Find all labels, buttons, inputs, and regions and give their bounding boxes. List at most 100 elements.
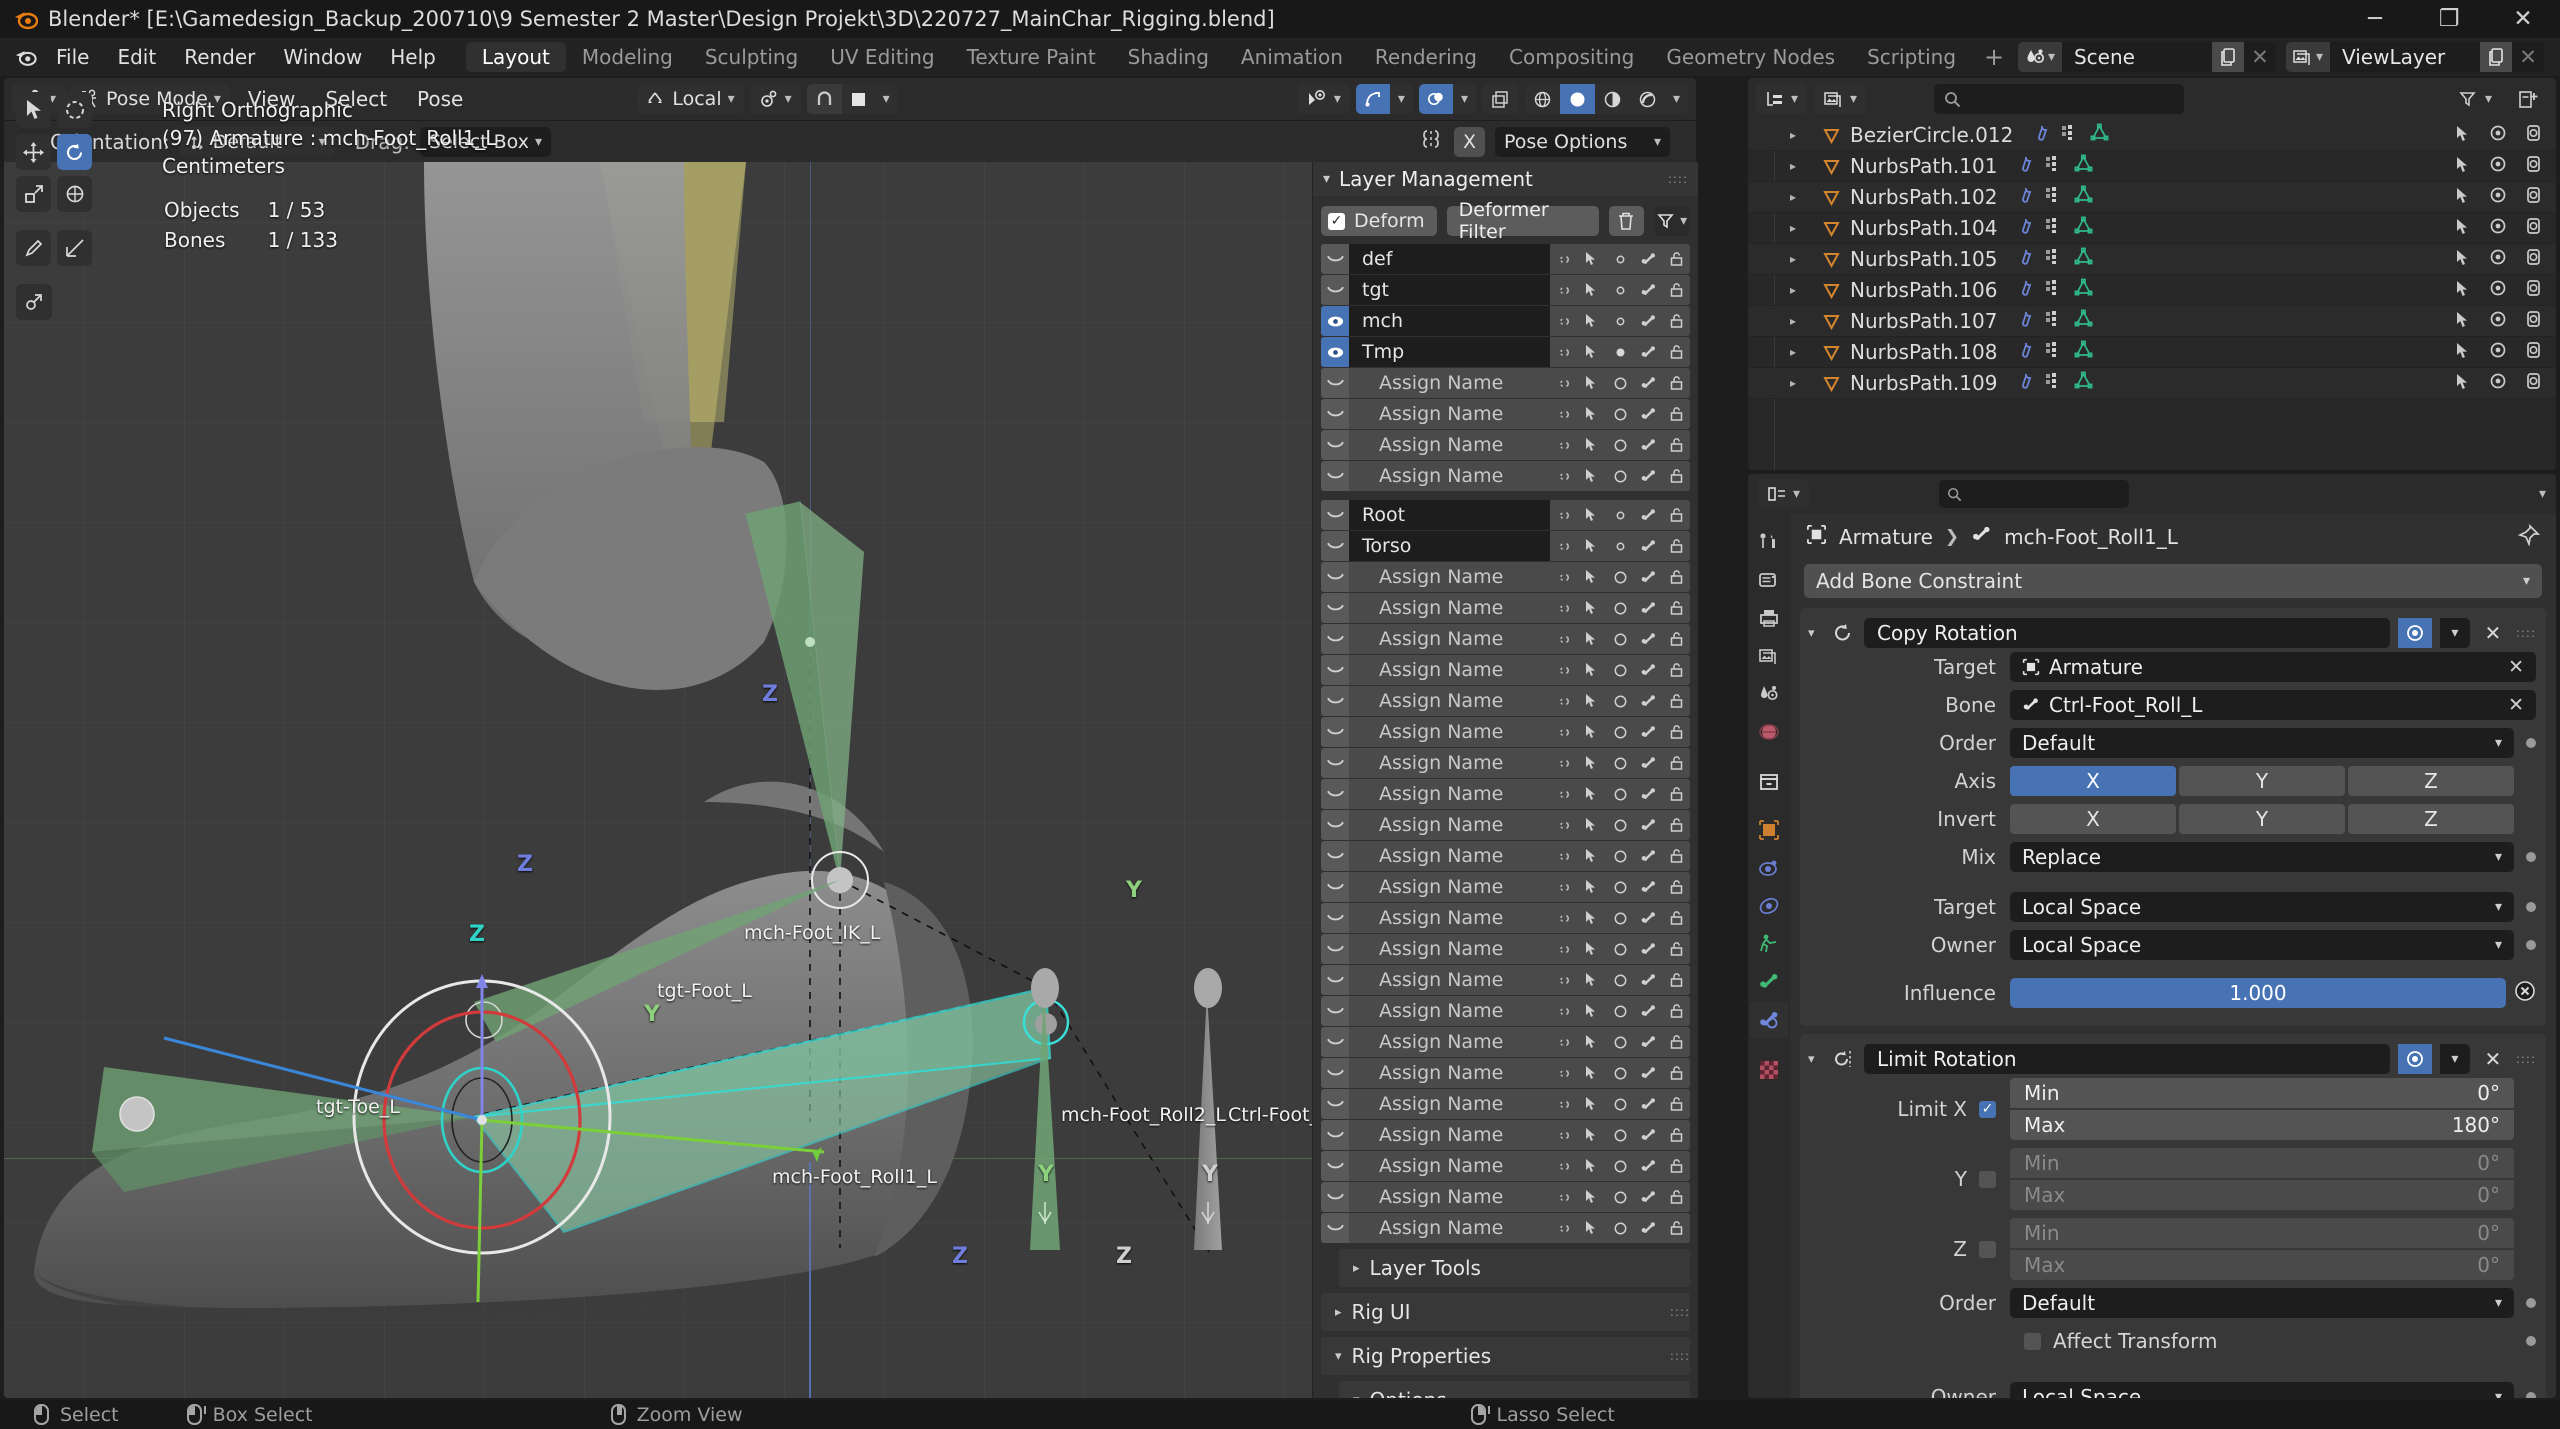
- layer-lock-icon[interactable]: [1662, 841, 1690, 871]
- layer-lock-icon[interactable]: [1662, 337, 1690, 367]
- layer-solo-icon[interactable]: [1606, 841, 1634, 871]
- layer-solo-icon[interactable]: [1606, 934, 1634, 964]
- animate-dot-owner-space[interactable]: [2526, 940, 2536, 950]
- disable-in-renders-icon[interactable]: [2525, 278, 2542, 302]
- layer-name[interactable]: Assign Name: [1349, 903, 1550, 933]
- layer-solo-icon[interactable]: [1606, 399, 1634, 429]
- disable-in-renders-icon[interactable]: [2525, 216, 2542, 240]
- hide-in-viewport-icon[interactable]: [2489, 309, 2507, 333]
- layer-lock-icon[interactable]: [1662, 244, 1690, 274]
- animate-dot-affect-transform[interactable]: [2526, 1336, 2536, 1346]
- layer-lock-icon[interactable]: [1662, 531, 1690, 561]
- layer-bone-icon[interactable]: [1634, 996, 1662, 1026]
- mesh-data-icon[interactable]: [2074, 309, 2093, 333]
- bone-layer-row[interactable]: Assign Name: [1321, 1182, 1690, 1212]
- layer-name[interactable]: Assign Name: [1349, 562, 1550, 592]
- layer-visibility-toggle[interactable]: [1321, 934, 1349, 964]
- layer-lock-icon[interactable]: [1662, 1089, 1690, 1119]
- animate-dot-owner-2[interactable]: [2526, 1392, 2536, 1398]
- menu-help[interactable]: Help: [376, 41, 450, 73]
- workspace-tab-texture-paint[interactable]: Texture Paint: [951, 42, 1112, 72]
- layer-bone-icon[interactable]: [1634, 965, 1662, 995]
- outliner-row[interactable]: ▸ BezierCircle.012: [1748, 120, 2556, 151]
- layer-bone-icon[interactable]: [1634, 430, 1662, 460]
- outliner-object-name[interactable]: NurbsPath.106: [1844, 278, 1997, 302]
- viewlayer-name[interactable]: ViewLayer: [2330, 45, 2480, 69]
- tool-select-box[interactable]: [57, 92, 92, 128]
- outliner-row[interactable]: ▸ NurbsPath.102: [1748, 182, 2556, 213]
- tab-modifiers[interactable]: [1750, 850, 1788, 886]
- constraint-extras-chevron-2[interactable]: ▾: [2439, 1044, 2470, 1074]
- field-value-target[interactable]: Armature ✕: [2010, 652, 2536, 682]
- layer-solo-icon[interactable]: [1606, 337, 1634, 367]
- layer-bone-icon[interactable]: [1634, 1120, 1662, 1150]
- layer-lock-icon[interactable]: [1662, 275, 1690, 305]
- outliner-filter-button[interactable]: ▾: [2450, 84, 2501, 114]
- limit-z-row[interactable]: Z Min 0° Max 0°: [1800, 1216, 2546, 1282]
- layer-visibility-toggle[interactable]: [1321, 686, 1349, 716]
- layer-name[interactable]: Assign Name: [1349, 430, 1550, 460]
- modifier-icon[interactable]: [2014, 340, 2033, 364]
- layer-link-icon[interactable]: [1550, 655, 1578, 685]
- layer-visibility-toggle[interactable]: [1321, 841, 1349, 871]
- layer-solo-icon[interactable]: [1606, 1151, 1634, 1181]
- field-copyrot-target[interactable]: Target Armature ✕: [1800, 650, 2546, 684]
- layer-visibility-toggle[interactable]: [1321, 244, 1349, 274]
- layer-bone-icon[interactable]: [1634, 717, 1662, 747]
- axis-y-button[interactable]: Y: [2179, 766, 2345, 796]
- tool-bone-extrude[interactable]: [16, 284, 52, 320]
- outliner-object-name[interactable]: NurbsPath.105: [1844, 247, 1997, 271]
- menu-edit[interactable]: Edit: [103, 41, 170, 73]
- layer-link-icon[interactable]: [1550, 624, 1578, 654]
- layer-name[interactable]: Assign Name: [1349, 1182, 1550, 1212]
- layer-name[interactable]: Assign Name: [1349, 686, 1550, 716]
- layer-name[interactable]: Assign Name: [1349, 461, 1550, 491]
- influence-slider-1[interactable]: 1.000: [2010, 978, 2506, 1008]
- field-value-order-1[interactable]: Default ▾: [2010, 728, 2514, 758]
- mesh-data-icon[interactable]: [2074, 340, 2093, 364]
- invert-z-button[interactable]: Z: [2348, 804, 2514, 834]
- mesh-data-icon[interactable]: [2074, 216, 2093, 240]
- layer-select-icon[interactable]: [1578, 562, 1606, 592]
- layer-name[interactable]: Assign Name: [1349, 872, 1550, 902]
- affect-transform-row[interactable]: Affect Transform: [1800, 1324, 2514, 1358]
- tool-tweak[interactable]: [16, 92, 51, 128]
- layer-bone-icon[interactable]: [1634, 337, 1662, 367]
- outliner-expand-triangle[interactable]: ▸: [1790, 376, 1818, 390]
- layer-solo-icon[interactable]: [1606, 500, 1634, 530]
- outliner-new-collection-button[interactable]: [2509, 84, 2548, 114]
- layer-name[interactable]: Assign Name: [1349, 593, 1550, 623]
- layer-select-icon[interactable]: [1578, 461, 1606, 491]
- shading-mode-group[interactable]: ▾: [1524, 84, 1688, 114]
- field-limitrot-owner[interactable]: Owner Local Space ▾: [1800, 1380, 2546, 1398]
- layer-visibility-toggle[interactable]: [1321, 430, 1349, 460]
- limit-y-checkbox[interactable]: [1979, 1170, 1996, 1188]
- maximize-button[interactable]: ❐: [2412, 0, 2486, 38]
- layer-link-icon[interactable]: [1550, 1027, 1578, 1057]
- tab-tool[interactable]: [1750, 524, 1788, 560]
- tool-move[interactable]: [16, 134, 51, 170]
- layer-link-icon[interactable]: [1550, 748, 1578, 778]
- layer-select-icon[interactable]: [1578, 1213, 1606, 1243]
- layer-lock-icon[interactable]: [1662, 430, 1690, 460]
- workspace-tab-modeling[interactable]: Modeling: [566, 42, 689, 72]
- layer-bone-icon[interactable]: [1634, 399, 1662, 429]
- layer-link-icon[interactable]: [1550, 368, 1578, 398]
- layer-lock-icon[interactable]: [1662, 593, 1690, 623]
- outliner-object-name[interactable]: NurbsPath.108: [1844, 340, 1997, 364]
- outliner-row[interactable]: ▸ NurbsPath.108: [1748, 337, 2556, 368]
- layer-solo-icon[interactable]: [1606, 1120, 1634, 1150]
- layer-select-icon[interactable]: [1578, 399, 1606, 429]
- scene-name[interactable]: Scene: [2062, 45, 2212, 69]
- constraint-delete-button-2[interactable]: ✕: [2478, 1047, 2508, 1071]
- layer-select-icon[interactable]: [1578, 593, 1606, 623]
- layer-solo-icon[interactable]: [1606, 779, 1634, 809]
- layer-solo-icon[interactable]: [1606, 562, 1634, 592]
- layer-lock-icon[interactable]: [1662, 624, 1690, 654]
- layer-lock-icon[interactable]: [1662, 903, 1690, 933]
- layer-select-icon[interactable]: [1578, 531, 1606, 561]
- hide-in-viewport-icon[interactable]: [2489, 185, 2507, 209]
- blender-menu-icon[interactable]: [8, 45, 42, 69]
- layer-select-icon[interactable]: [1578, 996, 1606, 1026]
- layer-visibility-toggle[interactable]: [1321, 810, 1349, 840]
